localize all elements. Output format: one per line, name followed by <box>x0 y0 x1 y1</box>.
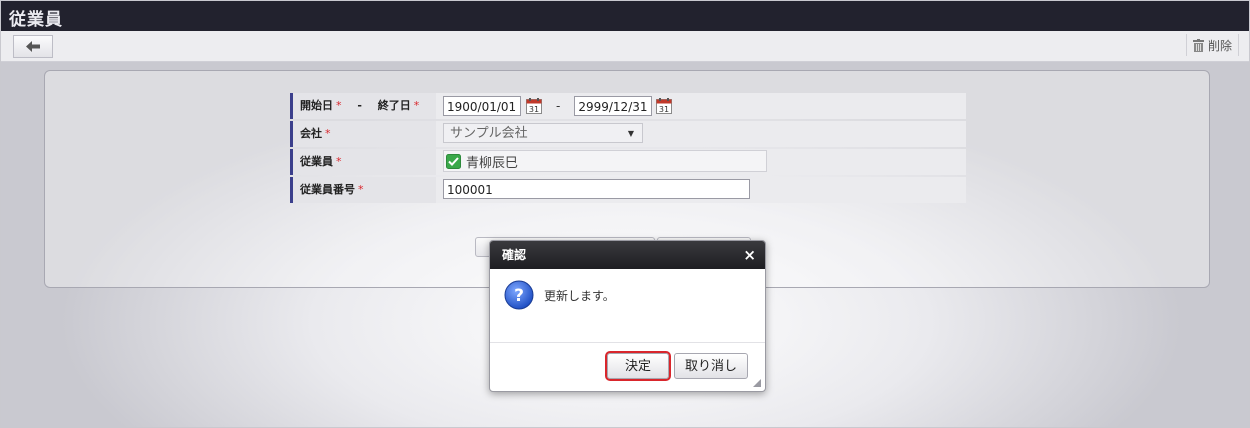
end-date-input[interactable]: 2999/12/31 <box>574 96 653 116</box>
dropdown-arrow-icon: ▼ <box>627 129 634 138</box>
field-label-dates: 開始日 * - 終了日 * <box>290 93 436 119</box>
toolbar: 削除 <box>1 31 1249 62</box>
back-arrow-icon <box>26 41 40 52</box>
end-date-label: 終了日 <box>377 99 411 112</box>
back-button[interactable] <box>13 35 53 58</box>
svg-text:?: ? <box>514 286 524 306</box>
field-label-company: 会社 * <box>290 121 436 147</box>
field-label-employee: 従業員 * <box>290 149 436 175</box>
employee-form: 開始日* - 終了日* 1900/01/01 31 - 2999/12/31 <box>290 93 966 205</box>
start-date-input[interactable]: 1900/01/01 <box>443 96 521 116</box>
delete-button[interactable]: 削除 <box>1185 34 1239 56</box>
app-window: 従業員 削除 開始日 * - 終了日 * 1900/01/01 31 - 299… <box>0 0 1250 428</box>
required-mark: * <box>413 99 420 112</box>
dialog-divider <box>490 342 765 343</box>
calendar-icon[interactable]: 31 <box>656 98 673 114</box>
employee-label: 従業員 <box>300 155 333 168</box>
form-row-dates: 開始日* - 終了日* 1900/01/01 31 - 2999/12/31 <box>290 93 966 119</box>
employee-name: 青柳辰巳 <box>466 155 519 171</box>
required-mark: * <box>336 99 342 112</box>
question-icon: ? <box>504 280 534 310</box>
cancel-button[interactable]: 取り消し <box>674 353 748 379</box>
employee-number-input[interactable]: 100001 <box>443 179 750 199</box>
employee-number-field: 100001 <box>443 179 750 201</box>
svg-text:31: 31 <box>659 105 669 114</box>
dialog-message: 更新します。 <box>544 289 615 303</box>
dialog-header: 確認 × <box>490 241 765 269</box>
required-mark: * <box>358 183 364 196</box>
form-row-company: 会社 * サンプル会社 ▼ <box>290 121 966 147</box>
label-separator: - <box>357 99 362 112</box>
form-row-employee: 従業員 * 青柳辰巳 <box>290 149 966 175</box>
employee-number-label: 従業員番号 <box>300 183 355 196</box>
delete-label: 削除 <box>1207 38 1232 53</box>
form-row-employee-number: 従業員番号 * 100001 <box>290 177 966 203</box>
start-date-label: 開始日 <box>300 99 333 112</box>
svg-text:31: 31 <box>529 105 539 114</box>
close-icon[interactable]: × <box>743 241 756 269</box>
employee-field: 青柳辰巳 <box>443 150 767 172</box>
confirm-dialog: 確認 × ? 更新します。 決定 取り消し <box>489 240 766 392</box>
title-bar: 従業員 <box>1 1 1249 31</box>
checkbox-checked-icon[interactable] <box>446 153 461 169</box>
employee-selector[interactable]: 青柳辰巳 <box>443 150 767 172</box>
company-selected-value: サンプル会社 <box>450 126 528 141</box>
trash-icon <box>1192 38 1204 52</box>
calendar-icon[interactable]: 31 <box>526 98 542 114</box>
dialog-title: 確認 <box>502 248 527 262</box>
company-label: 会社 <box>300 127 322 140</box>
ok-button[interactable]: 決定 <box>605 351 671 381</box>
company-select[interactable]: サンプル会社 ▼ <box>443 123 643 143</box>
date-range-separator: - <box>556 99 561 113</box>
date-range-field: 1900/01/01 31 - 2999/12/31 31 <box>443 95 673 117</box>
page-title: 従業員 <box>9 10 63 30</box>
resize-grip-icon[interactable] <box>753 379 761 387</box>
company-field: サンプル会社 ▼ <box>443 123 643 145</box>
required-mark: * <box>325 127 331 140</box>
required-mark: * <box>336 155 342 168</box>
field-label-employee-number: 従業員番号 * <box>290 177 436 203</box>
